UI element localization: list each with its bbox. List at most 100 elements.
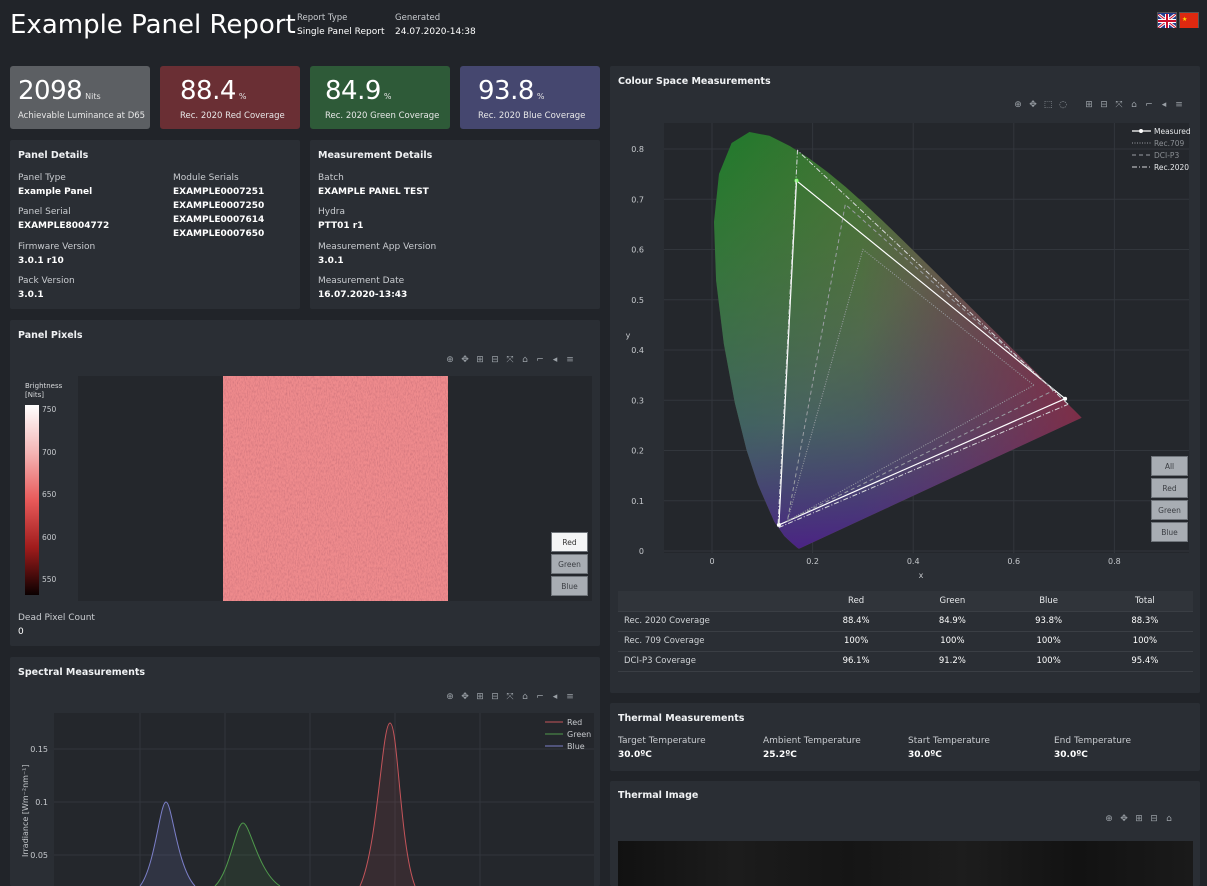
autoscale-icon[interactable]: ⤧ <box>505 692 515 702</box>
table-header: Red <box>808 591 905 612</box>
colorbar-tick: 750 <box>42 405 57 414</box>
firmware-label: Firmware Version <box>18 242 96 252</box>
table-cell: 84.9% <box>904 611 1001 632</box>
china-flag-icon[interactable]: ★ <box>1179 12 1199 28</box>
y-axis-label: y <box>626 331 631 340</box>
pack-value: 3.0.1 <box>18 290 44 300</box>
table-header-row: Red Green Blue Total <box>618 591 1193 612</box>
target-temp-value: 30.0ºC <box>618 750 652 760</box>
hover-compare-icon[interactable]: ≡ <box>565 692 575 702</box>
panel-details-title: Panel Details <box>18 150 89 161</box>
kpi-red-coverage: 88.4% Rec. 2020 Red Coverage <box>160 66 300 129</box>
zoom-out-icon[interactable]: ⊟ <box>1149 814 1159 824</box>
panel-type-label: Panel Type <box>18 173 66 183</box>
cie-red-button[interactable]: Red <box>1151 478 1188 498</box>
start-temp-label: Start Temperature <box>908 736 990 746</box>
module-serials-label: Module Serials <box>173 173 239 183</box>
zoom-in-icon[interactable]: ⊞ <box>475 355 485 365</box>
panel-pixels-title: Panel Pixels <box>18 330 83 341</box>
measured-point <box>1063 396 1068 401</box>
zoom-out-icon[interactable]: ⊟ <box>490 355 500 365</box>
brightness-colorbar <box>25 405 39 595</box>
table-cell: 88.4% <box>808 611 905 632</box>
autoscale-icon[interactable]: ⤧ <box>505 355 515 365</box>
pixel-heatmap[interactable] <box>223 376 448 601</box>
module-serial: EXAMPLE0007250 <box>173 201 265 211</box>
y-tick: 0.5 <box>631 296 644 305</box>
zoom-in-icon[interactable]: ⊞ <box>475 692 485 702</box>
hydra-value: PTT01 r1 <box>318 221 364 231</box>
kpi-label: Rec. 2020 Red Coverage <box>180 111 285 121</box>
pixels-blue-button[interactable]: Blue <box>551 576 588 596</box>
firmware-value: 3.0.1 r10 <box>18 256 64 266</box>
cie-all-button[interactable]: All <box>1151 456 1188 476</box>
zoom-in-icon[interactable]: ⊞ <box>1134 814 1144 824</box>
hover-closest-icon[interactable]: ◂ <box>550 692 560 702</box>
pack-label: Pack Version <box>18 276 75 286</box>
y-tick: 0.8 <box>631 145 644 154</box>
app-version-label: Measurement App Version <box>318 242 437 252</box>
plot-toolbar: ⊕ ✥ ⊞ ⊟ ⌂ <box>1104 814 1174 824</box>
zoom-icon[interactable]: ⊕ <box>445 355 455 365</box>
home-icon[interactable]: ⌂ <box>520 692 530 702</box>
colorbar-tick: 650 <box>42 490 57 499</box>
spectral-chart[interactable]: 0.15 0.1 0.05 Irradiance [Wm⁻²nm⁻¹] Red … <box>10 707 600 886</box>
x-ticks: 0 0.2 0.4 0.6 0.8 <box>709 557 1120 566</box>
zoom-out-icon[interactable]: ⊟ <box>490 692 500 702</box>
zoom-icon[interactable]: ⊕ <box>445 692 455 702</box>
y-tick: 0.7 <box>631 195 644 204</box>
y-tick: 0.05 <box>30 851 48 860</box>
hover-closest-icon[interactable]: ◂ <box>550 355 560 365</box>
panel-type-value: Example Panel <box>18 187 93 197</box>
kpi-label: Achievable Luminance at D65 <box>18 111 146 121</box>
kpi-value: 84.9% <box>325 76 392 106</box>
pan-icon[interactable]: ✥ <box>460 355 470 365</box>
home-icon[interactable]: ⌂ <box>1164 814 1174 824</box>
pan-icon[interactable]: ✥ <box>460 692 470 702</box>
table-cell: 100% <box>904 631 1001 652</box>
measurement-date-value: 16.07.2020-13:43 <box>318 290 408 300</box>
x-tick: 0 <box>709 557 714 566</box>
measurement-details-title: Measurement Details <box>318 150 433 161</box>
pixels-green-button[interactable]: Green <box>551 554 588 574</box>
thermal-image[interactable] <box>618 841 1193 886</box>
pixels-red-button[interactable]: Red <box>551 532 588 552</box>
colorbar-title: Brightness [Nits] <box>25 382 63 399</box>
batch-label: Batch <box>318 173 344 183</box>
zoom-icon[interactable]: ⊕ <box>1104 814 1114 824</box>
cie-blue-button[interactable]: Blue <box>1151 522 1188 542</box>
x-tick: 0.2 <box>806 557 819 566</box>
generated-value: 24.07.2020-14:38 <box>395 27 476 37</box>
x-tick: 0.8 <box>1108 557 1121 566</box>
table-header: Green <box>904 591 1001 612</box>
table-cell: 88.3% <box>1096 611 1193 632</box>
kpi-green-coverage: 84.9% Rec. 2020 Green Coverage <box>310 66 450 129</box>
spike-icon[interactable]: ⌐ <box>535 355 545 365</box>
pan-icon[interactable]: ✥ <box>1119 814 1129 824</box>
table-cell: 91.2% <box>904 651 1001 672</box>
thermal-card: Thermal Measurements Target Temperature … <box>610 703 1200 771</box>
table-cell: Rec. 709 Coverage <box>618 631 808 652</box>
panel-pixels-card: Panel Pixels ⊕ ✥ ⊞ ⊟ ⤧ ⌂ ⌐ ◂ ≡ Brightness [Ni… <box>10 320 600 646</box>
colorbar-tick: 550 <box>42 575 57 584</box>
measurement-date-label: Measurement Date <box>318 276 405 286</box>
kpi-label: Rec. 2020 Green Coverage <box>325 111 440 121</box>
module-serial: EXAMPLE0007614 <box>173 215 265 225</box>
table-cell: 100% <box>1000 631 1097 652</box>
y-tick: 0.1 <box>35 798 48 807</box>
cie-chart[interactable]: 0 0.2 0.4 0.6 0.8 0.8 0.7 0.6 0.5 0.4 0.3 0.2 0.1 0 … <box>610 66 1200 593</box>
table-cell: DCI-P3 Coverage <box>618 651 808 672</box>
table-header: Total <box>1096 591 1193 612</box>
kpi-value: 2098 Nits <box>18 76 101 106</box>
thermal-title: Thermal Measurements <box>618 713 745 724</box>
hydra-label: Hydra <box>318 207 346 217</box>
end-temp-value: 30.0ºC <box>1054 750 1088 760</box>
home-icon[interactable]: ⌂ <box>520 355 530 365</box>
hover-compare-icon[interactable]: ≡ <box>565 355 575 365</box>
kpi-value: 88.4% <box>180 76 247 106</box>
cie-green-button[interactable]: Green <box>1151 500 1188 520</box>
spectral-card: Spectral Measurements ⊕ ✥ ⊞ ⊟ ⤧ ⌂ ⌐ ◂ ≡ 0.15… <box>10 657 600 886</box>
uk-flag-icon[interactable] <box>1157 12 1177 30</box>
colorbar-tick: 700 <box>42 448 57 457</box>
spike-icon[interactable]: ⌐ <box>535 692 545 702</box>
